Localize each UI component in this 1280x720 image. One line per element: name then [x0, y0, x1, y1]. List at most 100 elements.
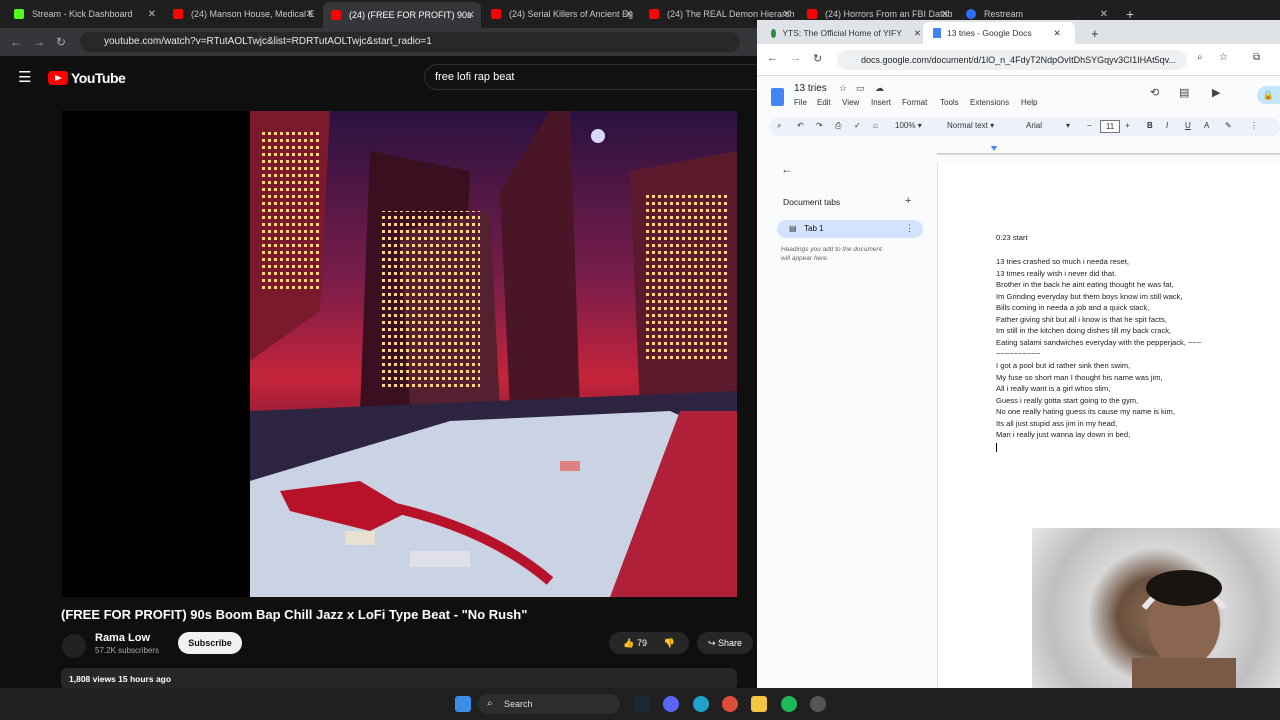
thumbs-down-icon[interactable]: 👎 — [664, 638, 675, 648]
bookmark-star-icon[interactable]: ☆ — [1219, 52, 1228, 63]
back-arrow-icon[interactable]: ← — [781, 162, 793, 176]
menu-tools[interactable]: Tools — [940, 98, 959, 107]
move-folder-icon[interactable]: ▭ — [856, 83, 865, 94]
close-icon[interactable]: ✕ — [1054, 28, 1061, 39]
outline-header: Document tabs — [783, 197, 841, 207]
steam-icon[interactable] — [634, 696, 650, 712]
redo-icon[interactable]: ↷ — [816, 121, 823, 130]
browser-tab-kick[interactable]: Stream - Kick Dashboard ✕ — [6, 4, 162, 24]
obs-icon[interactable] — [810, 696, 826, 712]
edge-icon[interactable] — [693, 696, 709, 712]
font-select[interactable]: Arial — [1026, 121, 1042, 130]
subscribe-button[interactable]: Subscribe — [178, 632, 242, 654]
meet-video-icon[interactable]: ▶ — [1212, 86, 1220, 99]
start-windows-icon[interactable] — [455, 696, 471, 712]
back-arrow-icon[interactable]: ← — [10, 35, 22, 49]
menu-view[interactable]: View — [842, 98, 859, 107]
underline-button[interactable]: U — [1185, 121, 1191, 130]
docs-browser-tab-13-tries[interactable]: 13 tries - Google Docs ✕ — [923, 22, 1075, 44]
hamburger-menu-icon[interactable]: ☰ — [18, 68, 31, 86]
reload-icon[interactable]: ↻ — [813, 52, 822, 65]
youtube-icon — [491, 9, 501, 19]
channel-name[interactable]: Rama Low — [95, 632, 150, 644]
tab-options-icon[interactable]: ⋮ — [905, 223, 914, 234]
search-menus-icon[interactable]: ⌕ — [777, 121, 781, 131]
document-title[interactable]: 13 tries — [794, 83, 827, 94]
close-icon[interactable]: ✕ — [625, 9, 633, 20]
close-icon[interactable]: ✕ — [467, 10, 475, 21]
menu-file[interactable]: File — [794, 98, 807, 107]
new-tab-button[interactable]: + — [1081, 22, 1101, 44]
reload-icon[interactable]: ↻ — [56, 35, 66, 49]
youtube-logo[interactable]: YouTube — [48, 70, 126, 86]
browser-tab-free-for-profit[interactable]: (24) (FREE FOR PROFIT) 90s ✕ — [323, 2, 481, 28]
docs-toolbar: ⌕ ↶ ↷ ⎙ ✓ ⌂ 100% ▾ Normal text ▾ Arial ▾… — [769, 118, 1280, 136]
paint-format-icon[interactable]: ⌂ — [873, 121, 878, 130]
menu-insert[interactable]: Insert — [871, 98, 891, 107]
zoom-select[interactable]: 100% ▾ — [895, 121, 922, 130]
browser-tab-manson[interactable]: (24) Manson House, Medical E ✕ — [165, 4, 320, 24]
doc-line: Eating salami sandwiches everyday with t… — [996, 338, 1202, 347]
font-size-input[interactable]: 11 — [1100, 120, 1120, 133]
spellcheck-icon[interactable]: ✓ — [854, 121, 861, 130]
share-button[interactable]: ↪ Share — [697, 632, 753, 654]
youtube-icon — [649, 9, 659, 19]
horizontal-ruler[interactable] — [937, 142, 1280, 155]
video-description-box[interactable]: 1,808 views 15 hours ago — [61, 668, 737, 690]
docs-browser-tab-yts[interactable]: YTS: The Official Home of YIFY ✕ — [761, 22, 921, 44]
google-docs-logo-icon[interactable] — [771, 88, 784, 106]
thumbs-up-icon[interactable]: 👍 — [623, 638, 634, 648]
kick-icon — [14, 9, 24, 19]
extensions-icon[interactable]: ⧉ — [1253, 52, 1260, 63]
close-icon[interactable]: ✕ — [941, 9, 949, 20]
subscriber-count: 57.2K subscribers — [95, 646, 160, 655]
yts-icon — [771, 28, 777, 38]
channel-avatar[interactable] — [62, 634, 86, 658]
menu-format[interactable]: Format — [902, 98, 927, 107]
url-field[interactable]: youtube.com/watch?v=RTutAOLTwjc&list=RDR… — [80, 32, 740, 52]
text-color-icon[interactable]: A — [1204, 121, 1209, 130]
close-icon[interactable]: ✕ — [306, 9, 314, 20]
print-icon[interactable]: ⎙ — [835, 121, 841, 131]
close-icon[interactable]: ✕ — [783, 9, 791, 20]
style-select[interactable]: Normal text ▾ — [947, 121, 994, 130]
youtube-page: ☰ YouTube free lofi rap beat (FREE FOR P… — [0, 56, 764, 690]
menu-help[interactable]: Help — [1021, 98, 1037, 107]
chrome-icon[interactable] — [722, 696, 738, 712]
menu-edit[interactable]: Edit — [817, 98, 831, 107]
add-tab-icon[interactable]: + — [905, 195, 911, 207]
forward-arrow-icon[interactable]: → — [790, 52, 801, 64]
search-input[interactable]: free lofi rap beat — [424, 64, 764, 90]
back-arrow-icon[interactable]: ← — [767, 52, 778, 64]
menu-extensions[interactable]: Extensions — [970, 98, 1009, 107]
youtube-icon — [173, 9, 183, 19]
outline-tab-1[interactable]: ▤ Tab 1 ⋮ — [777, 220, 923, 238]
doc-line: Guess i really gotta start going to the … — [996, 396, 1139, 405]
video-player[interactable] — [62, 111, 737, 597]
decrease-font-size-button[interactable]: − — [1087, 121, 1092, 130]
close-icon[interactable]: ✕ — [148, 9, 156, 20]
forward-arrow-icon[interactable]: → — [33, 35, 45, 49]
spotify-icon[interactable] — [781, 696, 797, 712]
font-chevron-down-icon[interactable]: ▾ — [1066, 121, 1070, 130]
close-icon[interactable]: ✕ — [1100, 9, 1108, 20]
italic-button[interactable]: I — [1166, 121, 1168, 130]
comments-icon[interactable]: ▤ — [1179, 86, 1189, 99]
doc-line: Man i really just wanna lay down in bed, — [996, 430, 1131, 439]
version-history-icon[interactable]: ⟲ — [1150, 86, 1159, 99]
increase-font-size-button[interactable]: + — [1125, 121, 1130, 130]
browser-tab-serial-killers[interactable]: (24) Serial Killers of Ancient Eg ✕ — [483, 4, 639, 24]
zoom-icon[interactable]: ⌕ — [1197, 52, 1203, 63]
doc-line: 13 times really wish i never did that. — [996, 269, 1117, 278]
close-icon[interactable]: ✕ — [914, 28, 921, 39]
share-lock-icon[interactable]: 🔒 — [1257, 86, 1280, 104]
undo-icon[interactable]: ↶ — [797, 121, 804, 130]
discord-icon[interactable] — [663, 696, 679, 712]
more-options-icon[interactable]: ⋮ — [1250, 121, 1258, 130]
bold-button[interactable]: B — [1147, 121, 1153, 130]
docs-url-field[interactable]: docs.google.com/document/d/1lO_n_4FdyT2N… — [837, 50, 1187, 70]
file-explorer-icon[interactable] — [751, 696, 767, 712]
star-icon[interactable]: ☆ — [839, 83, 847, 94]
highlight-icon[interactable]: ✎ — [1225, 121, 1232, 130]
taskbar-search[interactable]: ⌕ Search — [478, 694, 620, 714]
